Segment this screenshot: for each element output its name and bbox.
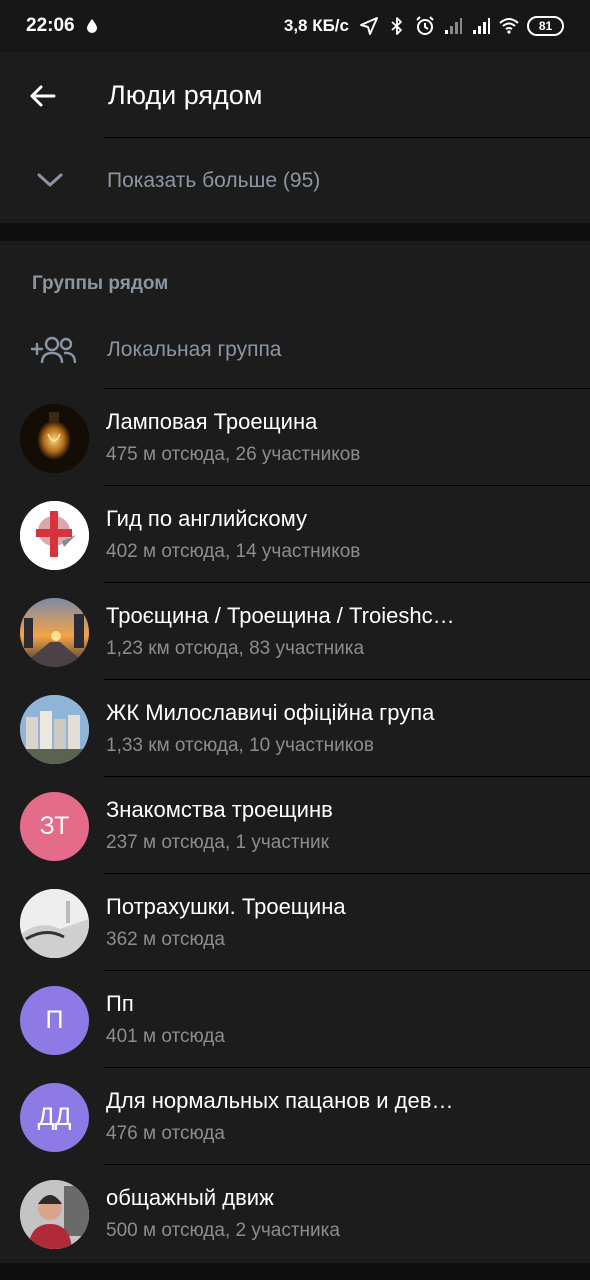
avatar: ЗТ (20, 792, 89, 861)
create-local-group-label: Локальная группа (107, 338, 282, 361)
avatar-initials: ДД (37, 1103, 72, 1131)
group-subtitle: 402 м отсюда, 14 участников (106, 541, 361, 562)
avatar: ДД (20, 1083, 89, 1152)
groups-section: Группы рядом Локальная группа Ламповая Т… (0, 241, 590, 1263)
group-subtitle: 237 м отсюда, 1 участник (106, 832, 329, 853)
list-item[interactable]: общажный движ 500 м отсюда, 2 участника (0, 1165, 590, 1262)
avatar-initials: П (45, 1006, 64, 1034)
add-group-icon (30, 336, 77, 364)
page-title: Люди рядом (108, 80, 263, 110)
group-subtitle: 476 м отсюда (106, 1123, 225, 1144)
group-title: общажный движ (106, 1185, 274, 1210)
list-item[interactable]: ЗТ Знакомства троещинв 237 м отсюда, 1 у… (0, 777, 590, 874)
signal-icon (445, 18, 462, 34)
group-title: Для нормальных пацанов и дев… (106, 1088, 454, 1113)
signal-icon (473, 18, 490, 34)
bluetooth-icon (391, 17, 402, 35)
wifi-icon (499, 18, 519, 34)
avatar (20, 598, 89, 667)
group-subtitle: 401 м отсюда (106, 1026, 225, 1047)
group-subtitle: 1,23 км отсюда, 83 участника (106, 638, 365, 659)
group-title: Ламповая Троещина (106, 409, 318, 434)
group-title: Пп (106, 991, 134, 1016)
bottom-edge (0, 1263, 590, 1280)
list-item[interactable]: Троєщина / Троещина / Troieshc… 1,23 км … (0, 583, 590, 680)
alarm-icon (416, 16, 434, 35)
group-title: Гид по английскому (106, 506, 307, 531)
group-list: Ламповая Троещина 475 м отсюда, 26 участ… (0, 389, 590, 1262)
show-more-label: Показать больше (95) (107, 169, 321, 192)
group-subtitle: 500 м отсюда, 2 участника (106, 1220, 340, 1241)
avatar (20, 501, 89, 570)
location-arrow-icon (360, 17, 378, 35)
group-title: ЖК Милославичі офіційна група (106, 700, 435, 725)
avatar (20, 889, 89, 958)
drop-icon (86, 19, 97, 33)
group-subtitle: 1,33 км отсюда, 10 участников (106, 735, 374, 756)
list-item[interactable]: Ламповая Троещина 475 м отсюда, 26 участ… (0, 389, 590, 486)
section-header: Группы рядом (32, 273, 169, 294)
list-item[interactable]: ЖК Милославичі офіційна група 1,33 км от… (0, 680, 590, 777)
group-title: Знакомства троещинв (106, 797, 333, 822)
create-local-group-button[interactable]: Локальная группа (0, 311, 590, 389)
status-bar: 22:06 3,8 КБ/с 81 (0, 0, 590, 52)
list-item[interactable]: Потрахушки. Троещина 362 м отсюда (0, 874, 590, 971)
list-item[interactable]: Гид по английскому 402 м отсюда, 14 учас… (0, 486, 590, 583)
list-item[interactable]: П Пп 401 м отсюда (0, 971, 590, 1068)
show-more-button[interactable]: Показать больше (95) (0, 138, 590, 223)
network-speed: 3,8 КБ/с (283, 16, 349, 35)
app-bar: Люди рядом (0, 52, 590, 138)
group-title: Троєщина / Троещина / Troieshc… (106, 603, 455, 628)
chevron-down-icon (37, 173, 63, 187)
avatar (20, 695, 89, 764)
battery-level: 81 (538, 19, 553, 33)
group-subtitle: 475 м отсюда, 26 участников (106, 444, 361, 465)
avatar: П (20, 986, 89, 1055)
back-button[interactable] (22, 76, 62, 116)
avatar (20, 1180, 89, 1249)
avatar (20, 404, 89, 473)
section-gap (0, 223, 590, 241)
status-time: 22:06 (26, 15, 75, 36)
group-subtitle: 362 м отсюда (106, 929, 225, 950)
list-item[interactable]: ДД Для нормальных пацанов и дев… 476 м о… (0, 1068, 590, 1165)
battery-icon: 81 (527, 16, 564, 36)
avatar-initials: ЗТ (39, 812, 70, 840)
group-title: Потрахушки. Троещина (106, 894, 346, 919)
arrow-left-icon (30, 85, 56, 107)
